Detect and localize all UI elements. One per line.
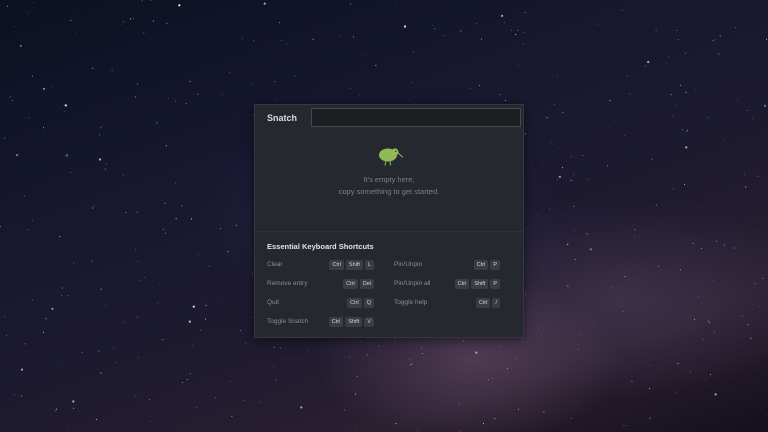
key-cap: Ctrl: [329, 260, 344, 270]
key-cap: /: [492, 298, 500, 308]
empty-state-text: It's empty here,: [363, 175, 415, 184]
shortcuts-heading: Essential Keyboard Shortcuts: [267, 242, 374, 251]
key-combo: Ctrl Q: [347, 298, 374, 308]
shortcut-label: Remove entry: [267, 280, 308, 287]
key-cap: Ctrl: [347, 298, 362, 308]
shortcut-toggle-snatch: Toggle Snatch Ctrl Shift V: [267, 317, 374, 328]
app-title: Snatch: [267, 113, 298, 123]
shortcut-label: Pin/Unpin: [394, 261, 423, 268]
key-cap: L: [364, 260, 374, 270]
key-cap: Shift: [471, 279, 489, 289]
shortcut-label: Toggle help: [394, 299, 428, 306]
key-combo: Ctrl Del: [343, 279, 374, 289]
key-combo: Ctrl /: [475, 298, 500, 308]
key-cap: Shift: [345, 317, 363, 327]
key-combo: Ctrl Shift V: [328, 317, 374, 327]
key-cap: Ctrl: [343, 279, 358, 289]
key-cap: Ctrl: [328, 317, 344, 327]
key-cap: Q: [363, 298, 374, 308]
key-combo: Ctrl P: [473, 260, 500, 270]
key-cap: Del: [359, 279, 374, 289]
key-cap: Ctrl: [473, 260, 489, 270]
key-cap: V: [364, 317, 374, 327]
shortcut-label: Clear: [267, 261, 283, 268]
divider: [255, 231, 523, 232]
key-cap: Ctrl: [454, 279, 470, 289]
empty-state-subtext: copy something to get started.: [338, 187, 440, 196]
shortcut-quit: Quit Ctrl Q: [267, 298, 374, 309]
key-cap: Shift: [345, 260, 363, 270]
key-cap: P: [490, 279, 500, 289]
key-cap: P: [490, 260, 500, 270]
search-input[interactable]: [311, 108, 521, 127]
key-cap: Ctrl: [475, 298, 491, 308]
snatch-window: Snatch It's empty here, copy something t…: [254, 104, 524, 338]
key-combo: Ctrl Shift L: [329, 260, 374, 270]
kiwi-bird-icon: [379, 148, 403, 166]
shortcut-remove-entry: Remove entry Ctrl Del: [267, 279, 374, 290]
shortcut-label: Pin/Unpin all: [394, 280, 431, 287]
shortcut-label: Quit: [267, 299, 279, 306]
shortcut-toggle-help: Toggle help Ctrl /: [394, 298, 500, 309]
key-combo: Ctrl Shift P: [454, 279, 500, 289]
shortcut-label: Toggle Snatch: [267, 318, 309, 325]
shortcut-clear: Clear Ctrl Shift L: [267, 260, 374, 271]
shortcut-pin-unpin: Pin/Unpin Ctrl P: [394, 260, 500, 271]
shortcut-pin-unpin-all: Pin/Unpin all Ctrl Shift P: [394, 279, 500, 290]
